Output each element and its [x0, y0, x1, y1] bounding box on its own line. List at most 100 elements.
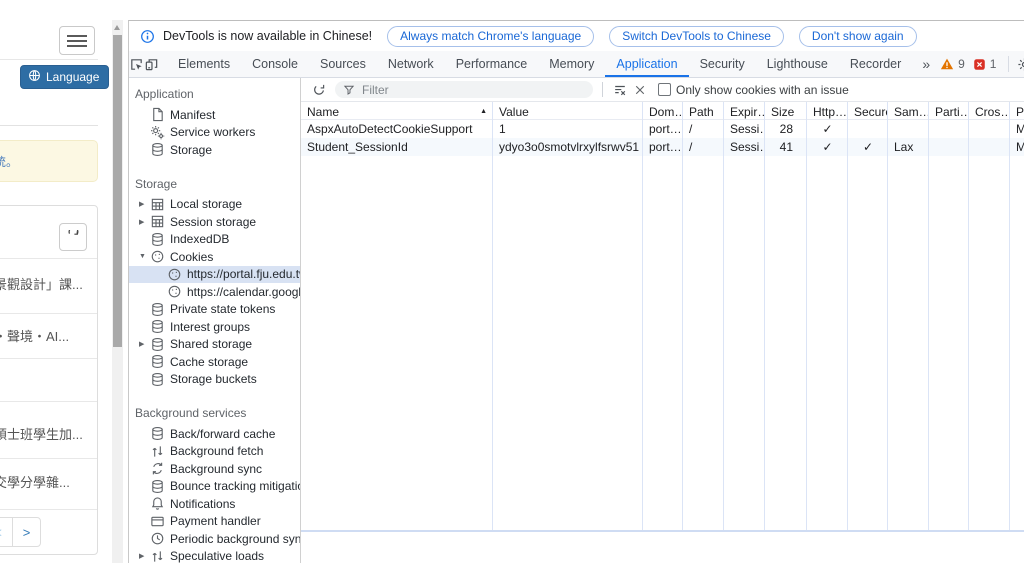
sidebar-item-local-storage[interactable]: ▶ Local storage: [129, 196, 300, 214]
scrollbar-thumb[interactable]: [113, 35, 122, 347]
tab-network[interactable]: Network: [377, 51, 445, 77]
column-header-secure[interactable]: Secure: [848, 102, 888, 119]
column-separator[interactable]: [968, 102, 969, 530]
sidebar-item-https-calendar-google-c[interactable]: https://calendar.google.c: [129, 283, 300, 301]
tab-application[interactable]: Application: [605, 51, 689, 77]
sidebar-item-manifest[interactable]: Manifest: [129, 106, 300, 124]
issues-icon[interactable]: [973, 58, 986, 71]
sidebar-item-background-fetch[interactable]: Background fetch: [129, 443, 300, 461]
cookie-icon: [167, 267, 182, 282]
sidebar-item-interest-groups[interactable]: Interest groups: [129, 318, 300, 336]
column-separator[interactable]: [847, 102, 848, 530]
language-button[interactable]: Language: [20, 65, 110, 89]
inspect-element-icon[interactable]: [129, 51, 144, 77]
tab-performance[interactable]: Performance: [445, 51, 539, 77]
sidebar-item-cache-storage[interactable]: Cache storage: [129, 353, 300, 371]
column-header-sam[interactable]: Sam…: [888, 102, 929, 119]
chevron-right-icon[interactable]: ▶: [139, 340, 150, 348]
pagination-prev-button[interactable]: <: [0, 517, 12, 547]
filter-box[interactable]: [335, 81, 593, 98]
tab-elements[interactable]: Elements: [167, 51, 241, 77]
column-header-size[interactable]: Size: [765, 102, 807, 119]
sidebar-item-notifications[interactable]: Notifications: [129, 495, 300, 513]
sidebar-item-back-forward-cache[interactable]: Back/forward cache: [129, 425, 300, 443]
sidebar-item-shared-storage[interactable]: ▶ Shared storage: [129, 336, 300, 354]
infobar-button-0[interactable]: Always match Chrome's language: [387, 25, 595, 47]
sidebar-item-bounce-tracking-mitigation[interactable]: Bounce tracking mitigation: [129, 478, 300, 496]
issues-count[interactable]: 1: [990, 57, 997, 71]
column-header-name[interactable]: Name ▲: [301, 102, 493, 119]
announcement-item-3[interactable]: 交學分學雜...: [0, 472, 97, 491]
column-separator[interactable]: [682, 102, 683, 530]
chevron-right-icon[interactable]: ▶: [139, 200, 150, 208]
column-header-http[interactable]: Http…: [807, 102, 848, 119]
card-divider: [0, 313, 97, 314]
column-header-cros[interactable]: Cros…: [969, 102, 1010, 119]
chevron-down-icon[interactable]: ▼: [139, 253, 150, 260]
column-separator[interactable]: [806, 102, 807, 530]
sidebar-item-periodic-background-sync[interactable]: Periodic background sync: [129, 530, 300, 548]
settings-gear-icon[interactable]: [1017, 57, 1024, 72]
sidebar-item-https-portal-fju-edu-tw[interactable]: https://portal.fju.edu.tw: [129, 265, 300, 283]
column-header-parti[interactable]: Parti…: [929, 102, 969, 119]
sidebar-item-label: Storage: [170, 142, 213, 157]
column-separator[interactable]: [928, 102, 929, 530]
warning-count[interactable]: 9: [958, 57, 965, 71]
column-header-expir[interactable]: Expir…: [724, 102, 765, 119]
sidebar-item-speculative-loads[interactable]: ▶ Speculative loads: [129, 548, 300, 563]
cookie-row-1[interactable]: Student_SessionId ydyo3o0smotvlrxylfsrwv5…: [301, 138, 1024, 156]
clear-filter-icon[interactable]: [610, 80, 630, 100]
infobar-button-1[interactable]: Switch DevTools to Chinese: [609, 25, 784, 47]
tab-memory[interactable]: Memory: [538, 51, 605, 77]
cookie-row-0[interactable]: AspxAutoDetectCookieSupport 1 port… / Sessi……: [301, 120, 1024, 138]
sidebar-item-session-storage[interactable]: ▶ Session storage: [129, 213, 300, 231]
tab-lighthouse[interactable]: Lighthouse: [756, 51, 839, 77]
tab-console[interactable]: Console: [241, 51, 309, 77]
sidebar-item-label: Service workers: [170, 125, 256, 140]
cell-dom: port…: [649, 122, 682, 136]
pagination-next-button[interactable]: >: [12, 517, 41, 547]
column-header-dom[interactable]: Dom…: [643, 102, 683, 119]
card-divider: [0, 258, 97, 259]
warning-icon[interactable]: [940, 57, 954, 71]
tab-recorder[interactable]: Recorder: [839, 51, 912, 77]
sidebar-item-cookies[interactable]: ▼ Cookies: [129, 248, 300, 266]
column-separator[interactable]: [1009, 102, 1010, 530]
page-refresh-button[interactable]: [59, 223, 87, 251]
announcement-item-0[interactable]: 景觀設計」課...: [0, 274, 97, 293]
announcement-item-1[interactable]: ・聲境・AI...: [0, 326, 97, 345]
column-separator[interactable]: [887, 102, 888, 530]
sidebar-item-indexeddb[interactable]: IndexedDB: [129, 231, 300, 249]
sidebar-item-service-workers[interactable]: Service workers: [129, 124, 300, 142]
close-icon[interactable]: [630, 80, 650, 100]
sidebar-item-storage-buckets[interactable]: Storage buckets: [129, 371, 300, 389]
more-tabs-button[interactable]: »: [912, 56, 940, 72]
column-header-priority[interactable]: Priority: [1010, 102, 1024, 119]
column-header-path[interactable]: Path: [683, 102, 724, 119]
column-separator[interactable]: [492, 102, 493, 530]
announcement-item-2[interactable]: 碩士班學生加...: [0, 424, 97, 443]
sidebar-item-private-state-tokens[interactable]: Private state tokens: [129, 301, 300, 319]
issue-filter-checkbox[interactable]: [658, 83, 671, 96]
chevron-right-icon[interactable]: ▶: [139, 552, 150, 560]
infobar-button-2[interactable]: Don't show again: [798, 25, 917, 47]
tab-security[interactable]: Security: [689, 51, 756, 77]
tab-sources[interactable]: Sources: [309, 51, 377, 77]
sidebar-item-storage[interactable]: Storage: [129, 141, 300, 159]
scrollbar-up-arrow[interactable]: [114, 25, 120, 30]
column-separator[interactable]: [642, 102, 643, 530]
column-separator[interactable]: [764, 102, 765, 530]
refresh-icon[interactable]: [309, 80, 329, 100]
column-header-value[interactable]: Value: [493, 102, 643, 119]
device-toolbar-icon[interactable]: [144, 51, 159, 77]
chevron-right-icon[interactable]: ▶: [139, 218, 150, 226]
page-scrollbar[interactable]: [112, 20, 123, 563]
filter-input[interactable]: [360, 81, 564, 98]
sidebar-item-payment-handler[interactable]: Payment handler: [129, 513, 300, 531]
database-icon: [150, 479, 165, 494]
cookies-pane: Only show cookies with an issue Name ▲ Val…: [301, 78, 1024, 563]
sidebar-item-background-sync[interactable]: Background sync: [129, 460, 300, 478]
column-separator[interactable]: [723, 102, 724, 530]
hamburger-menu-button[interactable]: [59, 26, 95, 55]
devtools-content: Application Manifest Service workers Storag…: [129, 78, 1024, 563]
